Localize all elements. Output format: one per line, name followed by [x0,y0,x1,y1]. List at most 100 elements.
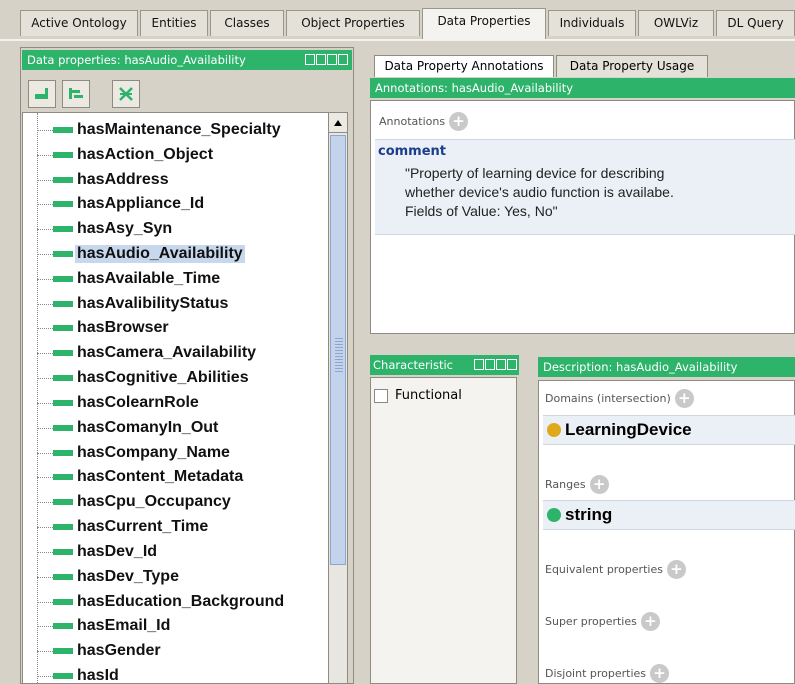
characteristics-window-buttons [474,359,517,371]
triangle-up-icon [334,119,342,126]
panel-close-icon[interactable] [338,54,348,65]
panel-pin-icon[interactable] [474,359,484,370]
data-property-icon [53,375,73,381]
comment-annotation[interactable]: comment "Property of learning device for… [375,139,795,235]
data-property-icon [53,549,73,555]
tab-classes[interactable]: Classes [210,10,284,36]
add-domain-icon[interactable]: + [674,389,694,408]
characteristics-panel: Characteristic Functional [366,355,519,684]
panel-maximize-icon[interactable] [496,359,506,370]
tree-item-selected[interactable]: hasAudio_Availability [37,243,245,265]
tab-active-ontology[interactable]: Active Ontology [20,10,138,36]
data-property-icon [53,599,73,605]
tree-item[interactable]: hasAction_Object [37,144,215,166]
data-property-icon [53,276,73,282]
data-property-icon [53,623,73,629]
tree-item[interactable]: hasEmail_Id [37,615,172,637]
data-property-icon [53,350,73,356]
functional-label: Functional [395,388,462,403]
functional-checkbox[interactable] [374,389,388,403]
tree-item[interactable]: hasGender [37,640,163,662]
tree-item[interactable]: hasCognitive_Abilities [37,367,251,389]
panel-pin-icon[interactable] [305,54,315,65]
data-property-icon [53,127,73,133]
add-disjoint-icon[interactable]: + [650,664,670,683]
ranges-section-label: Ranges + [545,475,609,494]
tree-item[interactable]: hasAddress [37,169,171,191]
panel-split-icon[interactable] [485,359,495,370]
class-icon [547,423,561,437]
tab-owlviz[interactable]: OWLViz [638,10,714,36]
data-property-icon [53,474,73,480]
add-super-property-icon[interactable]: + [640,612,660,631]
characteristics-header: Characteristic [370,355,519,375]
comment-text: "Property of learning device for describ… [405,165,674,219]
panel-split-icon[interactable] [316,54,326,65]
tree-item[interactable]: hasBrowser [37,317,171,339]
delete-property-button[interactable] [112,80,140,108]
scroll-thumb[interactable] [330,135,346,565]
data-property-icon [53,325,73,331]
tab-entities[interactable]: Entities [140,10,208,36]
tree-item[interactable]: hasAvailable_Time [37,268,222,290]
tree-item[interactable]: hasColearnRole [37,392,201,414]
description-header: Description: hasAudio_Availability [538,357,795,377]
tree-item[interactable]: hasEducation_Background [37,591,286,613]
tab-individuals[interactable]: Individuals [548,10,636,36]
data-property-icon [53,648,73,654]
tree-item[interactable]: hasAvalibilityStatus [37,293,230,315]
characteristics-title: Characteristic [373,358,453,372]
super-properties-label: Super properties + [545,612,660,631]
add-range-icon[interactable]: + [589,475,609,494]
tree-item[interactable]: hasCpu_Occupancy [37,491,233,513]
tree-item[interactable]: hasCompany_Name [37,442,232,464]
disjoint-properties-label: Disjoint properties + [545,664,670,683]
data-property-icon [53,226,73,232]
data-property-icon [53,301,73,307]
add-sibling-property-button[interactable] [62,80,90,108]
scroll-grip-icon [335,336,343,372]
add-sibling-icon [69,88,83,99]
tree-item[interactable]: hasDev_Id [37,541,159,563]
add-equivalent-icon[interactable]: + [666,560,686,579]
delete-property-icon [119,87,133,101]
equivalent-properties-label: Equivalent properties + [545,560,686,579]
tree-item[interactable]: hasCurrent_Time [37,516,210,538]
tree-item[interactable]: hasAsy_Syn [37,218,174,240]
tab-underline [0,39,795,41]
data-property-icon [53,673,73,679]
data-property-icon [53,574,73,580]
add-subproperty-button[interactable] [28,80,56,108]
comment-label: comment [378,144,447,159]
data-property-icon [53,450,73,456]
tab-data-property-usage[interactable]: Data Property Usage [556,55,708,77]
tab-data-property-annotations[interactable]: Data Property Annotations [374,55,554,77]
tab-dl-query[interactable]: DL Query [716,10,795,36]
data-property-icon [53,152,73,158]
panel-close-icon[interactable] [507,359,517,370]
panel-maximize-icon[interactable] [327,54,337,65]
add-annotation-icon[interactable]: + [449,112,469,131]
data-property-icon [53,425,73,431]
tab-data-properties[interactable]: Data Properties [422,8,546,40]
add-subproperty-icon [35,88,48,99]
data-property-icon [53,201,73,207]
data-properties-header: Data properties: hasAudio_Availability [22,50,352,70]
tree-item[interactable]: hasCamera_Availability [37,342,258,364]
tree-item[interactable]: hasComanyIn_Out [37,417,220,439]
tree-item[interactable]: hasMaintenance_Specialty [37,119,283,141]
domain-entry[interactable]: LearningDevice [543,415,795,445]
description-title: Description: hasAudio_Availability [543,360,738,374]
annotations-area: Annotations + comment "Property of learn… [370,100,795,334]
tree-item[interactable]: hasContent_Metadata [37,466,245,488]
annotations-title: Annotations: hasAudio_Availability [375,81,574,95]
tree-item[interactable]: hasId [37,665,121,683]
tree-item[interactable]: hasDev_Type [37,566,181,588]
range-entry[interactable]: string [543,500,795,530]
scroll-up-button[interactable] [329,113,347,133]
data-properties-title: Data properties: hasAudio_Availability [27,53,246,67]
panel-window-buttons [305,54,348,66]
tree-item[interactable]: hasAppliance_Id [37,193,206,215]
tab-object-properties[interactable]: Object Properties [286,10,420,36]
tree-scrollbar[interactable] [328,112,348,684]
